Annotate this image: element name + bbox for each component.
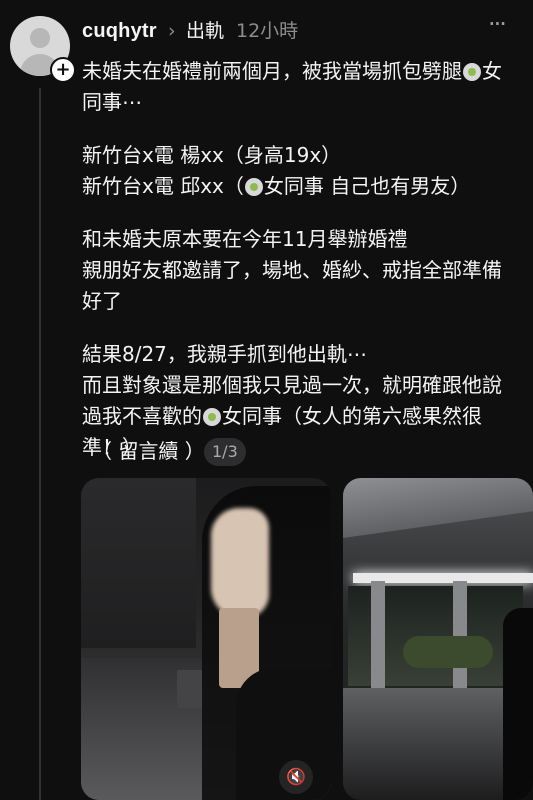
photo-plants	[403, 636, 493, 668]
photo-pillar	[371, 581, 385, 701]
photo-card-1[interactable]: 🔇	[81, 478, 331, 800]
post-text-line: 過我不喜歡的	[82, 404, 202, 428]
follow-plus-icon[interactable]: +	[50, 57, 76, 83]
paragraph-wedding: 和未婚夫原本要在今年11月舉辦婚禮 親朋好友都邀請了，場地、婚紗、戒指全部準備 …	[82, 224, 520, 317]
post-text-line: 未婚夫在婚禮前兩個月，被我當場抓包劈腿	[82, 59, 462, 83]
thread-line	[39, 88, 41, 800]
reply-row[interactable]: （ 留言續 ） 1/3	[82, 434, 302, 468]
post-text-line: 結果8/27，我親手抓到他出軌⋯	[82, 342, 367, 366]
page-indicator: 1/3	[204, 438, 246, 466]
post-text-line: 而且對象還是那個我只見過一次，就明確跟他說	[82, 373, 502, 397]
post-text-line: 女	[482, 59, 502, 83]
photo-person	[503, 608, 533, 800]
topic-tag[interactable]: 出軌	[186, 19, 224, 43]
paragraph-names: 新竹台x電 楊xx（身高19x） 新竹台x電 邱xx（ 女同事 自己也有男友）	[82, 140, 520, 202]
post-text-line: 好了	[82, 289, 122, 313]
photo-roof	[343, 478, 533, 538]
photo-blurred-face	[211, 508, 269, 618]
mute-icon[interactable]: 🔇	[279, 760, 313, 794]
tea-icon	[244, 178, 263, 196]
more-options-icon[interactable]: ···	[488, 12, 507, 36]
post-text-line: 女同事 自己也有男友）	[263, 174, 471, 198]
photo-wall	[81, 478, 196, 648]
post-text-line: 新竹台x電 楊xx（身高19x）	[82, 143, 342, 167]
post-text-line: 和未婚夫原本要在今年11月舉辦婚禮	[82, 227, 408, 251]
paragraph-intro: 未婚夫在婚禮前兩個月，被我當場抓包劈腿女 同事⋯	[82, 56, 520, 118]
avatar-head-icon	[30, 28, 50, 48]
photo-card-2[interactable]	[343, 478, 533, 800]
username[interactable]: cuqhytr	[82, 19, 157, 43]
post-text-line: 新竹台x電 邱xx（	[82, 174, 244, 198]
post-text-line: 親朋好友都邀請了，場地、婚紗、戒指全部準備	[82, 258, 502, 282]
reply-label[interactable]: （ 留言續 ）	[92, 438, 205, 464]
post-time: 12小時	[236, 20, 299, 42]
tea-icon	[463, 63, 481, 81]
chevron-right-icon: ›	[168, 20, 176, 42]
post-text-line: 同事⋯	[82, 90, 142, 114]
tea-icon	[203, 408, 221, 426]
post-text-line: 女同事（女人的第六感果然很	[222, 404, 482, 428]
post-body: 未婚夫在婚禮前兩個月，被我當場抓包劈腿女 同事⋯ 新竹台x電 楊xx（身高19x…	[82, 56, 520, 485]
